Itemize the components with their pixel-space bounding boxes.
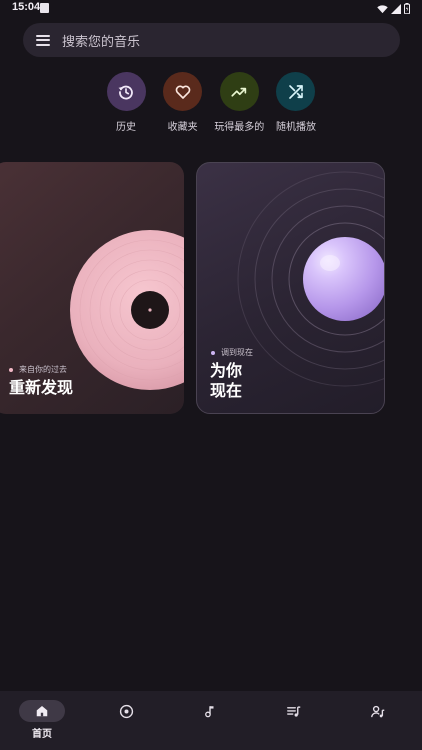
status-bar: 15:04 bbox=[0, 0, 422, 18]
shuffle-label: 随机播放 bbox=[275, 122, 316, 133]
nav-playlists-pill[interactable] bbox=[271, 700, 317, 722]
nav-home-pill[interactable] bbox=[19, 700, 65, 722]
quick-actions: 历史 收藏夹 玩得最多的 随机播放 bbox=[98, 72, 324, 134]
search-input[interactable]: 搜索您的音乐 bbox=[62, 31, 140, 50]
shuffle-button[interactable] bbox=[276, 72, 316, 111]
history-icon bbox=[118, 85, 133, 99]
quick-action-favorites[interactable]: 收藏夹 bbox=[155, 72, 211, 134]
vinyl-record-icon bbox=[70, 230, 184, 390]
nav-albums-pill[interactable] bbox=[103, 700, 149, 722]
history-label: 历史 bbox=[116, 122, 136, 133]
playlist-icon bbox=[287, 705, 301, 717]
most-played-button[interactable] bbox=[219, 72, 259, 111]
accent-dot bbox=[9, 367, 13, 372]
status-time: 15:04 bbox=[12, 1, 41, 13]
nav-songs-pill[interactable] bbox=[187, 700, 233, 722]
nav-playlists[interactable] bbox=[252, 691, 336, 750]
status-icons bbox=[377, 3, 410, 14]
album-icon bbox=[119, 704, 133, 718]
rediscover-subtitle: 来自你的过去 bbox=[9, 364, 67, 375]
quick-action-shuffle[interactable]: 随机播放 bbox=[268, 72, 324, 134]
rediscover-title: 重新发现 bbox=[9, 378, 74, 397]
history-button[interactable] bbox=[106, 72, 146, 111]
nav-artists[interactable] bbox=[336, 691, 420, 750]
shuffle-icon bbox=[289, 84, 303, 99]
quick-action-history[interactable]: 历史 bbox=[98, 72, 154, 134]
bottom-navigation: 首页 bbox=[0, 691, 422, 750]
favorites-label: 收藏夹 bbox=[167, 122, 198, 133]
for-you-title: 为你 现在 bbox=[210, 361, 242, 401]
nav-home[interactable]: 首页 bbox=[0, 691, 84, 750]
for-you-now-card[interactable]: 调到现在 为你 现在 bbox=[196, 162, 385, 414]
for-you-subtitle-text: 调到现在 bbox=[221, 348, 253, 357]
nav-albums[interactable] bbox=[84, 691, 168, 750]
battery-icon bbox=[404, 3, 410, 14]
app-screen: 15:04 搜索您的音乐 历史 收藏夹 玩得最多的 随机播放 来自你的过去 重新… bbox=[0, 0, 422, 750]
accent-dot bbox=[211, 350, 215, 355]
nav-songs[interactable] bbox=[168, 691, 252, 750]
heart-icon bbox=[175, 85, 190, 99]
trending-up-icon bbox=[231, 87, 247, 97]
for-you-title-line2: 现在 bbox=[210, 381, 243, 400]
menu-icon[interactable] bbox=[36, 34, 50, 46]
rediscover-subtitle-text: 来自你的过去 bbox=[19, 365, 67, 374]
home-icon bbox=[36, 706, 48, 717]
search-bar[interactable]: 搜索您的音乐 bbox=[23, 23, 400, 57]
for-you-title-line1: 为你 bbox=[210, 361, 243, 380]
rediscover-card[interactable]: 来自你的过去 重新发现 bbox=[0, 162, 184, 414]
most-played-label: 玩得最多的 bbox=[214, 122, 265, 133]
nav-artists-pill[interactable] bbox=[355, 700, 401, 722]
quick-action-most-played[interactable]: 玩得最多的 bbox=[211, 72, 267, 134]
wifi-icon bbox=[377, 4, 388, 13]
artist-icon bbox=[371, 705, 385, 717]
music-note-icon bbox=[205, 705, 214, 717]
signal-icon bbox=[391, 3, 401, 14]
favorites-button[interactable] bbox=[163, 72, 203, 111]
nav-home-label: 首页 bbox=[32, 729, 52, 740]
notification-app-icon bbox=[40, 3, 49, 13]
for-you-subtitle: 调到现在 bbox=[211, 347, 253, 358]
